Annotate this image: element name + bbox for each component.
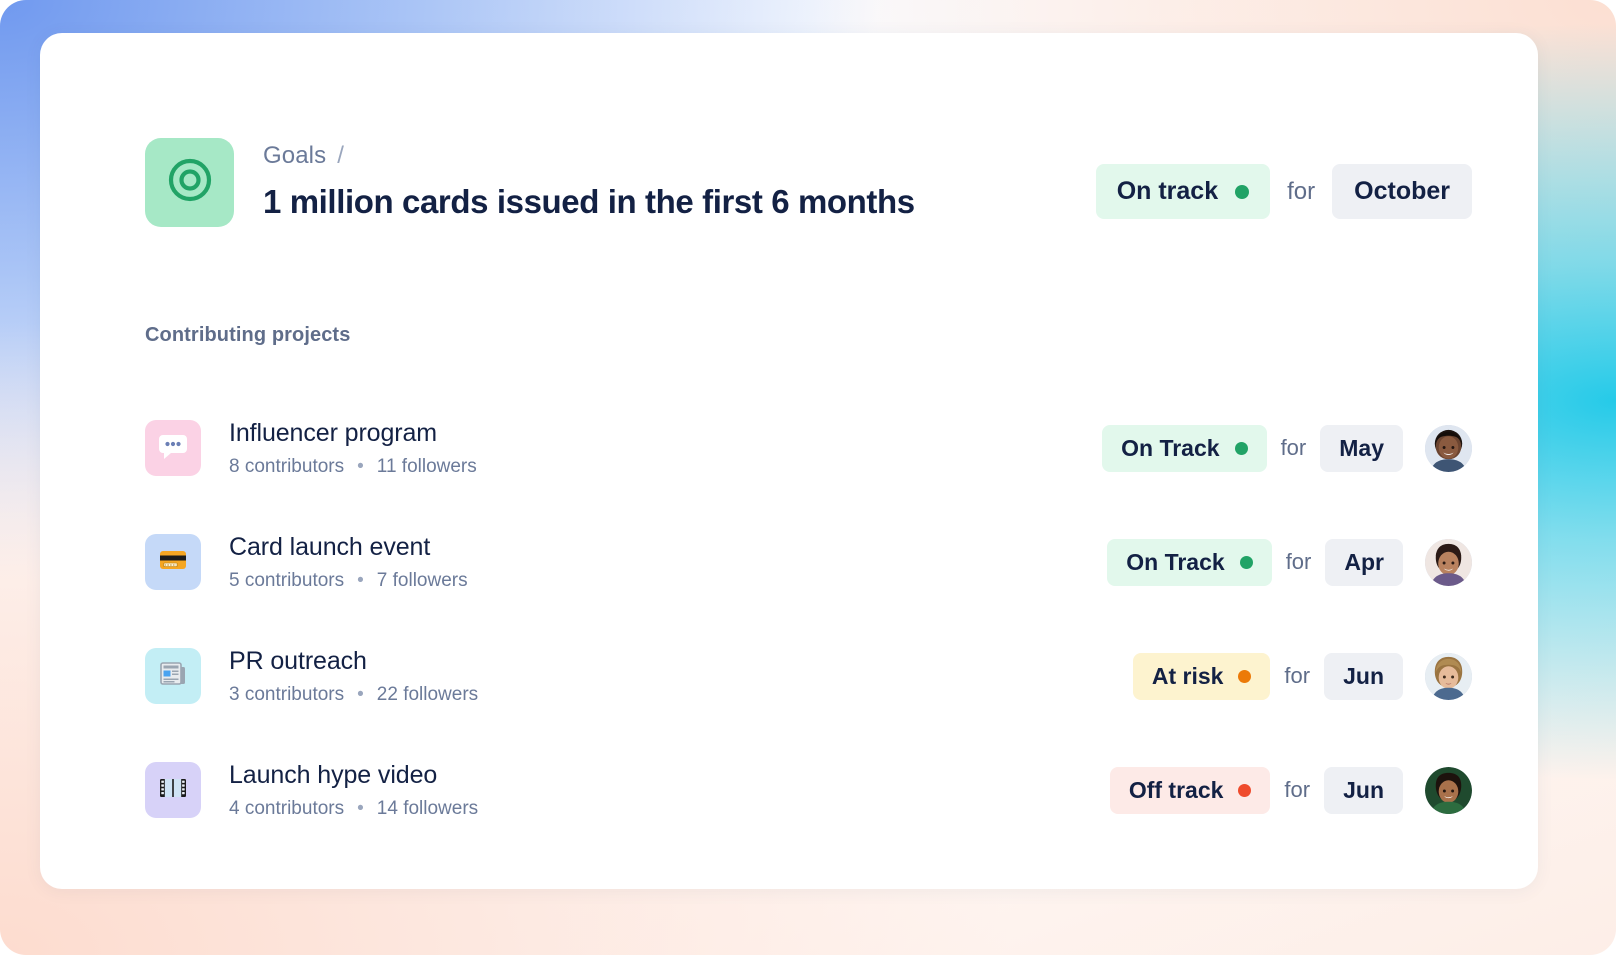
- goal-status-badge[interactable]: On track: [1095, 164, 1271, 219]
- project-period-badge[interactable]: Jun: [1324, 652, 1403, 700]
- meta-separator: •: [357, 797, 364, 819]
- project-contributors-count: 8 contributors: [229, 455, 345, 477]
- status-dot-icon: [1238, 669, 1252, 683]
- meta-separator: •: [357, 455, 364, 477]
- project-followers-count: 11 followers: [376, 455, 477, 477]
- project-contributors-count: 3 contributors: [229, 683, 345, 705]
- project-row[interactable]: Launch hype video 4 contributors • 14 fo…: [145, 733, 1472, 847]
- status-dot-icon: [1234, 441, 1248, 455]
- project-name[interactable]: PR outreach: [229, 647, 1133, 676]
- goal-target-icon: [165, 155, 215, 210]
- project-followers-count: 22 followers: [376, 683, 479, 705]
- project-row[interactable]: Influencer program 8 contributors • 11 f…: [145, 391, 1472, 505]
- speech-bubble-icon: [156, 429, 190, 468]
- goal-for-label: for: [1287, 177, 1316, 205]
- credit-card-icon: [157, 544, 189, 581]
- project-row[interactable]: Card launch event 5 contributors • 7 fol…: [145, 505, 1472, 619]
- project-for-label: for: [1284, 663, 1311, 688]
- goal-detail-card: Goals / 1 million cards issued in the fir…: [40, 33, 1538, 889]
- meta-separator: •: [357, 569, 364, 591]
- avatar-launch-hype-video-owner[interactable]: [1425, 766, 1472, 814]
- project-followers-count: 14 followers: [376, 797, 479, 819]
- project-text-block: Influencer program 8 contributors • 11 f…: [229, 419, 1102, 478]
- project-followers-count: 7 followers: [376, 569, 468, 591]
- project-meta: 8 contributors • 11 followers: [229, 456, 1102, 478]
- project-for-label: for: [1284, 777, 1311, 802]
- project-period-badge[interactable]: May: [1320, 424, 1403, 472]
- project-icon-tile: [145, 420, 201, 476]
- project-status-group: On Track for Apr: [1107, 538, 1472, 586]
- goal-status-label: On track: [1116, 177, 1219, 205]
- avatar-pr-outreach-owner[interactable]: [1425, 652, 1472, 700]
- project-name[interactable]: Card launch event: [229, 533, 1107, 562]
- project-for-label: for: [1280, 435, 1307, 460]
- project-contributors-count: 4 contributors: [229, 797, 345, 819]
- project-contributors-count: 5 contributors: [229, 569, 345, 591]
- project-name[interactable]: Launch hype video: [229, 761, 1110, 790]
- project-for-label: for: [1285, 549, 1312, 574]
- breadcrumb-goals-link[interactable]: Goals: [263, 142, 326, 169]
- page-title: 1 million cards issued in the first 6 mo…: [263, 183, 915, 220]
- project-text-block: Card launch event 5 contributors • 7 fol…: [229, 533, 1107, 592]
- goal-icon-tile: [145, 138, 234, 227]
- project-status-badge[interactable]: At risk: [1132, 652, 1271, 700]
- project-icon-tile: [145, 534, 201, 590]
- project-icon-tile: [145, 648, 201, 704]
- project-text-block: Launch hype video 4 contributors • 14 fo…: [229, 761, 1110, 820]
- status-dot-icon: [1238, 783, 1252, 797]
- goal-title-block: Goals / 1 million cards issued in the fir…: [263, 138, 1096, 221]
- meta-separator: •: [357, 683, 364, 705]
- project-meta: 5 contributors • 7 followers: [229, 570, 1107, 592]
- goal-header: Goals / 1 million cards issued in the fir…: [145, 138, 1472, 227]
- project-status-group: On Track for May: [1102, 424, 1472, 472]
- project-status-label: At risk: [1151, 662, 1224, 689]
- newspaper-icon: [157, 658, 189, 695]
- film-strip-icon: [157, 772, 189, 809]
- project-meta: 4 contributors • 14 followers: [229, 798, 1110, 820]
- project-meta: 3 contributors • 22 followers: [229, 684, 1133, 706]
- project-status-label: Off track: [1128, 776, 1224, 803]
- project-period-badge[interactable]: Apr: [1325, 538, 1403, 586]
- contributing-projects-list: Influencer program 8 contributors • 11 f…: [145, 391, 1472, 847]
- project-status-badge[interactable]: Off track: [1109, 766, 1271, 814]
- project-status-group: Off track for Jun: [1109, 766, 1472, 814]
- avatar-influencer-program-owner[interactable]: [1425, 424, 1472, 472]
- project-status-badge[interactable]: On Track: [1107, 538, 1272, 586]
- project-period-badge[interactable]: Jun: [1324, 766, 1403, 814]
- project-icon-tile: [145, 762, 201, 818]
- project-status-label: On Track: [1126, 548, 1225, 575]
- project-text-block: PR outreach 3 contributors • 22 follower…: [229, 647, 1133, 706]
- breadcrumb-separator: /: [337, 142, 344, 169]
- goal-status-group: On track for October: [1095, 138, 1472, 219]
- project-name[interactable]: Influencer program: [229, 419, 1102, 448]
- contributing-projects-label: Contributing projects: [145, 324, 351, 346]
- breadcrumb: Goals /: [263, 142, 1096, 170]
- status-dot-icon: [1239, 555, 1253, 569]
- project-status-group: At risk for Jun: [1132, 652, 1472, 700]
- project-row[interactable]: PR outreach 3 contributors • 22 follower…: [145, 619, 1472, 733]
- status-dot-icon: [1235, 184, 1250, 199]
- avatar-card-launch-event-owner[interactable]: [1425, 538, 1472, 586]
- project-status-badge[interactable]: On Track: [1102, 424, 1267, 472]
- project-status-label: On Track: [1121, 434, 1220, 461]
- goal-period-badge[interactable]: October: [1332, 164, 1472, 219]
